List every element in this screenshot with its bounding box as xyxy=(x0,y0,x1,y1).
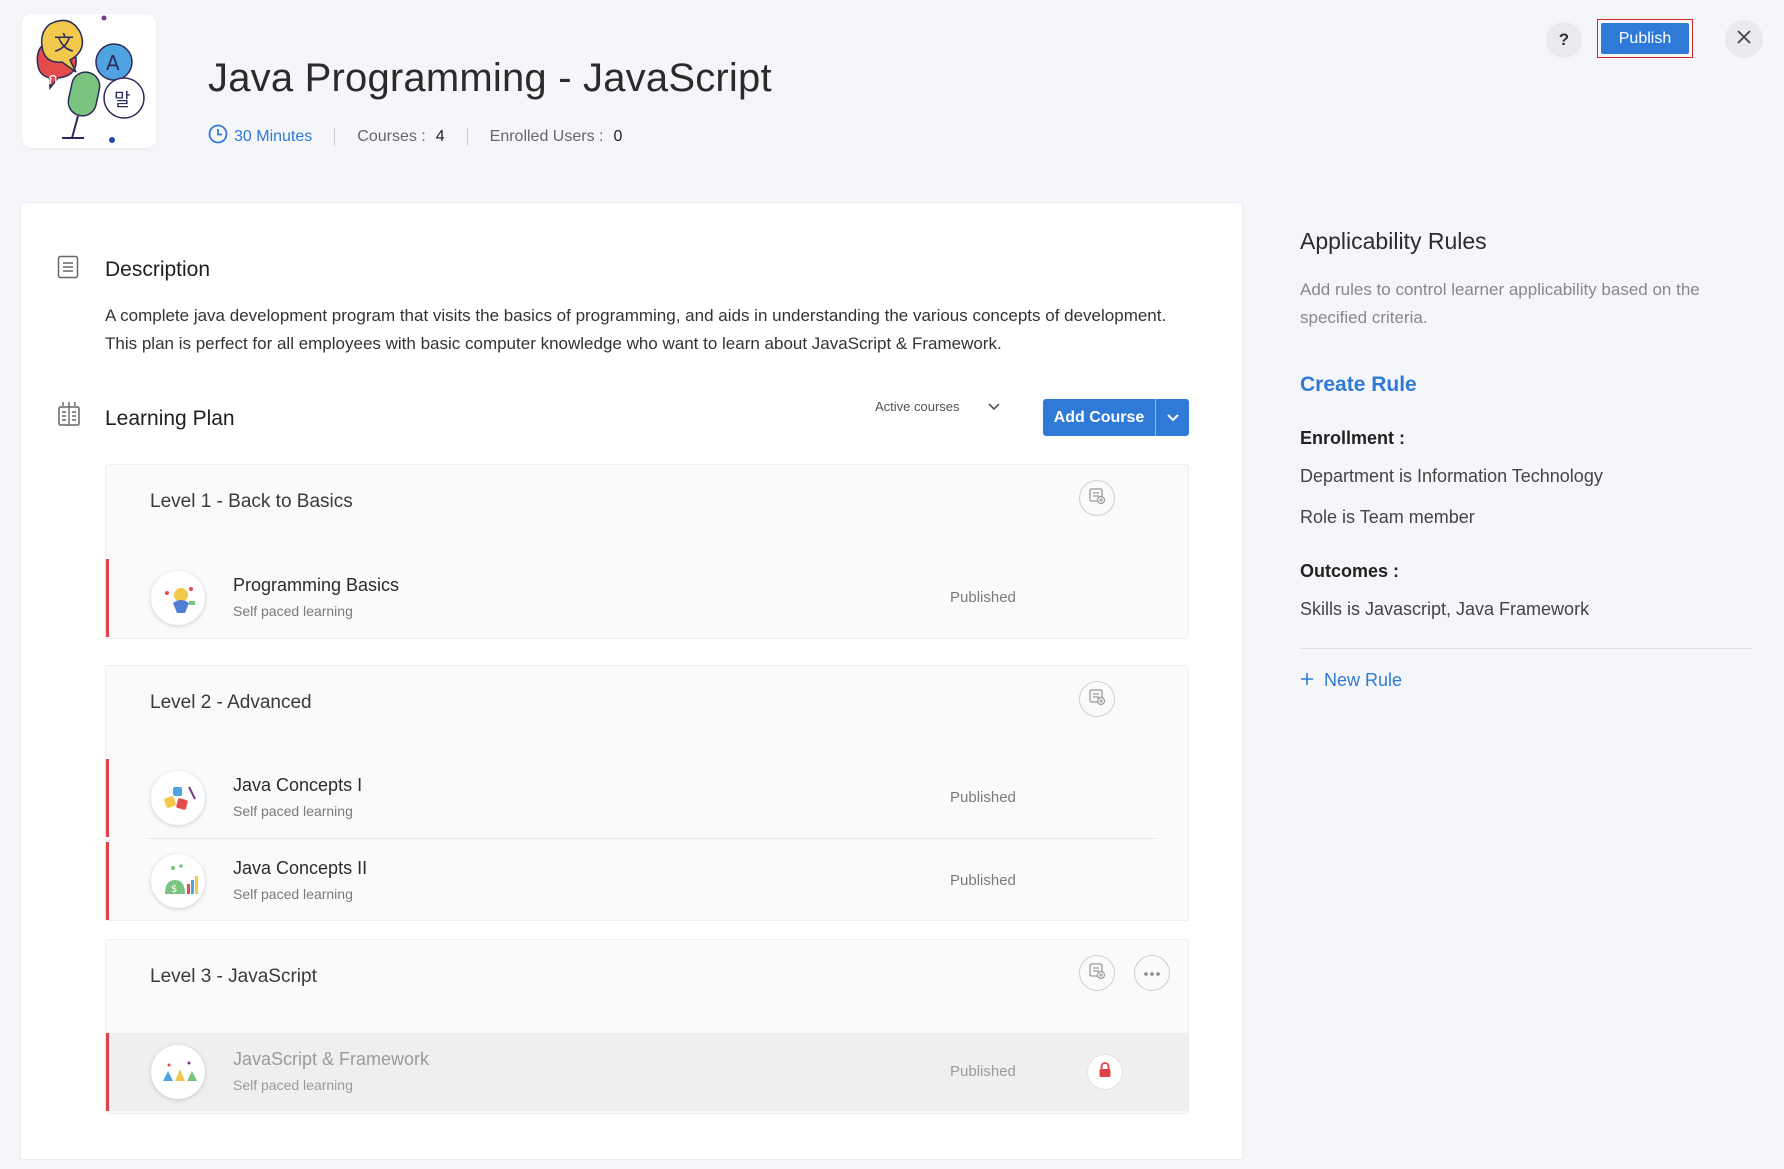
svg-text:A: A xyxy=(106,51,120,75)
svg-text:ก: ก xyxy=(48,69,58,88)
close-button[interactable] xyxy=(1725,20,1763,58)
create-rule-link[interactable]: Create Rule xyxy=(1300,373,1417,397)
svg-text:文: 文 xyxy=(54,31,74,55)
course-row[interactable]: Java Concepts I Self paced learning Publ… xyxy=(106,759,1188,837)
svg-text:말: 말 xyxy=(114,90,131,111)
level-title: Level 3 - JavaScript xyxy=(150,966,317,987)
help-button[interactable]: ? xyxy=(1546,22,1582,58)
learning-plan-heading: Learning Plan xyxy=(105,407,235,430)
chevron-down-icon xyxy=(987,399,1000,414)
filter-label: Active courses xyxy=(875,399,960,414)
learning-plan-icon xyxy=(57,401,81,427)
course-thumbnail xyxy=(151,1045,205,1099)
level-settings-button[interactable] xyxy=(1079,681,1115,717)
outcome-rule: Skills is Javascript, Java Framework xyxy=(1300,599,1590,619)
meta-divider xyxy=(466,127,468,146)
enrollment-rule: Role is Team member xyxy=(1300,507,1475,527)
lock-icon xyxy=(1098,1061,1112,1083)
level-block: Level 1 - Back to Basics Programming Bas… xyxy=(105,464,1189,639)
course-type: Self paced learning xyxy=(233,1077,353,1093)
plus-icon xyxy=(1300,670,1314,691)
course-status: Published xyxy=(950,589,1016,606)
plan-meta: 30 Minutes Courses : 4 Enrolled Users : … xyxy=(208,124,622,149)
document-icon xyxy=(57,255,81,281)
enrollment-rule: Department is Information Technology xyxy=(1300,466,1603,486)
page-title: Java Programming - JavaScript xyxy=(208,56,772,100)
active-courses-filter[interactable]: Active courses xyxy=(875,399,1000,414)
level-title: Level 2 - Advanced xyxy=(150,692,312,713)
more-options-icon xyxy=(1143,964,1161,982)
rules-title: Applicability Rules xyxy=(1300,228,1487,254)
course-type: Self paced learning xyxy=(233,886,353,902)
row-divider xyxy=(146,838,1158,839)
add-course-icon xyxy=(1088,688,1106,711)
course-type: Self paced learning xyxy=(233,603,353,619)
course-thumbnail: $ xyxy=(151,854,205,908)
add-course-button-group: Add Course xyxy=(1043,399,1189,436)
level-block: Level 3 - JavaScript JavaScript & Framew… xyxy=(105,939,1189,1114)
courses-label: Courses : xyxy=(357,127,426,145)
plan-card: Description A complete java development … xyxy=(20,202,1243,1160)
duration: 30 Minutes xyxy=(208,124,312,149)
enrollment-heading: Enrollment : xyxy=(1300,428,1406,448)
rules-subtitle: Add rules to control learner applicabili… xyxy=(1300,280,1700,327)
meta-divider xyxy=(334,127,336,146)
course-type: Self paced learning xyxy=(233,803,353,819)
course-name[interactable]: Programming Basics xyxy=(233,575,399,596)
enrolled-label: Enrolled Users : xyxy=(489,127,604,145)
clock-icon xyxy=(208,124,228,149)
course-row[interactable]: $ Java Concepts II Self paced learning P… xyxy=(106,842,1188,920)
enrolled-count: 0 xyxy=(613,127,623,145)
course-status: Published xyxy=(950,789,1016,806)
course-row[interactable]: Programming Basics Self paced learning P… xyxy=(106,559,1188,637)
publish-button-highlight: Publish xyxy=(1597,19,1693,58)
add-course-icon xyxy=(1088,487,1106,510)
course-name[interactable]: Java Concepts II xyxy=(233,858,367,879)
level-title: Level 1 - Back to Basics xyxy=(150,491,353,512)
course-status: Published xyxy=(950,872,1016,889)
svg-text:$: $ xyxy=(171,884,177,895)
course-thumbnail xyxy=(151,771,205,825)
new-rule-button[interactable]: New Rule xyxy=(1300,670,1402,691)
description-text: A complete java development program that… xyxy=(105,306,1167,353)
level-more-button[interactable] xyxy=(1134,955,1170,991)
level-settings-button[interactable] xyxy=(1079,955,1115,991)
level-block: Level 2 - Advanced Java Concepts I Self … xyxy=(105,665,1189,921)
courses-count: 4 xyxy=(435,127,445,145)
close-icon xyxy=(1736,29,1752,50)
course-status: Published xyxy=(950,1063,1016,1080)
outcomes-heading: Outcomes : xyxy=(1300,561,1400,581)
new-rule-label: New Rule xyxy=(1324,670,1403,690)
lock-button[interactable] xyxy=(1087,1054,1123,1090)
rules-divider xyxy=(1300,648,1752,649)
duration-value: 30 Minutes xyxy=(234,127,313,145)
course-name[interactable]: Java Concepts I xyxy=(233,775,362,796)
course-name[interactable]: JavaScript & Framework xyxy=(233,1049,429,1070)
add-course-icon xyxy=(1088,962,1106,985)
learning-plan-logo: ก 文 A 말 xyxy=(22,14,156,148)
add-course-dropdown[interactable] xyxy=(1155,399,1189,436)
level-settings-button[interactable] xyxy=(1079,480,1115,516)
chevron-down-icon xyxy=(1166,409,1179,427)
course-row[interactable]: JavaScript & Framework Self paced learni… xyxy=(106,1033,1188,1111)
description-heading: Description xyxy=(105,258,211,281)
add-course-button[interactable]: Add Course xyxy=(1043,399,1155,436)
publish-button[interactable]: Publish xyxy=(1601,23,1689,54)
course-thumbnail xyxy=(151,571,205,625)
